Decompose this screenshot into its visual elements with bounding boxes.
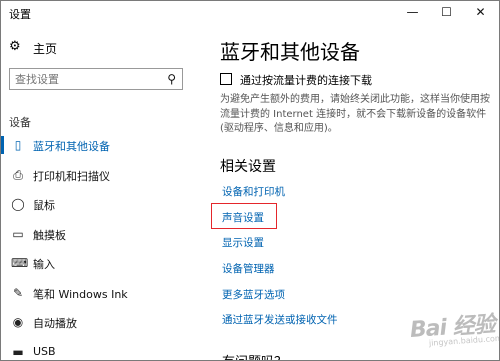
home-label: 主页 (33, 42, 58, 56)
sidebar-item-label: USB (33, 344, 56, 358)
touchpad-icon: ▭ (12, 226, 24, 241)
mouse-icon: ◯ (11, 197, 25, 211)
more-bluetooth-options-link[interactable]: 更多蓝牙选项 (222, 287, 285, 302)
metered-download-checkbox[interactable] (220, 73, 232, 85)
sidebar-item-pen[interactable]: ✎ 笔和 Windows Ink (1, 279, 191, 309)
display-settings-link[interactable]: 显示设置 (222, 235, 264, 250)
sidebar-item-label: 打印机和扫描仪 (33, 169, 110, 183)
sidebar-item-typing[interactable]: ⌨ 输入 (1, 249, 191, 279)
bluetooth-send-receive-link[interactable]: 通过蓝牙发送或接收文件 (222, 312, 338, 327)
sidebar-item-printers[interactable]: ⎙ 打印机和扫描仪 (1, 161, 191, 191)
sound-settings-highlight (211, 203, 277, 229)
autoplay-icon: ◉ (12, 315, 24, 329)
sidebar-item-label: 输入 (33, 258, 55, 271)
device-manager-link[interactable]: 设备管理器 (222, 261, 275, 276)
minimize-button[interactable]: — (396, 1, 429, 23)
sidebar-item-touchpad[interactable]: ▭ 触摸板 (1, 220, 191, 250)
search-box[interactable]: ⚲ (9, 68, 183, 90)
settings-window: 设置 — ☐ ✕ ⚙ 主页 ⚲ 设备 ▯ 蓝牙和其他设备 ⎙ 打印机和扫描仪 ◯… (0, 0, 500, 361)
bluetooth-devices-icon: ▯ (14, 138, 22, 152)
close-button[interactable]: ✕ (464, 1, 497, 23)
sidebar-item-label: 触摸板 (33, 228, 66, 242)
window-title: 设置 (9, 8, 31, 21)
related-settings-heading: 相关设置 (220, 159, 276, 175)
baidu-watermark-logo: Bai 经验 jingyan.baidu.com (409, 306, 499, 352)
search-input[interactable] (15, 71, 155, 87)
metered-download-description: 为避免产生额外的费用，请始终关闭此功能，这样当你使用按流量计费的 Interne… (220, 94, 490, 134)
sidebar-item-autoplay[interactable]: ◉ 自动播放 (1, 308, 191, 338)
sidebar-item-usb[interactable]: ▬ USB (1, 338, 191, 361)
printer-icon: ⎙ (13, 167, 23, 182)
sidebar-item-mouse[interactable]: ◯ 鼠标 (1, 190, 191, 220)
sidebar-item-label: 笔和 Windows Ink (33, 287, 128, 301)
maximize-button[interactable]: ☐ (430, 1, 463, 23)
usb-icon: ▬ (12, 344, 24, 359)
have-a-question-heading: 有问题吗？ (222, 351, 287, 360)
sidebar-item-label: 鼠标 (33, 199, 55, 212)
title-bar: 设置 — ☐ ✕ (1, 1, 499, 25)
sidebar: ⚙ 主页 ⚲ 设备 ▯ 蓝牙和其他设备 ⎙ 打印机和扫描仪 ◯ 鼠标 ▭ 触摸板 (1, 25, 191, 360)
search-icon[interactable]: ⚲ (167, 72, 176, 86)
gear-icon: ⚙ (9, 39, 21, 54)
page-title: 蓝牙和其他设备 (220, 40, 360, 64)
sidebar-item-label: 自动播放 (33, 317, 77, 330)
devices-and-printers-link[interactable]: 设备和打印机 (222, 184, 285, 199)
section-label-devices: 设备 (9, 116, 31, 129)
metered-download-label[interactable]: 通过按流量计费的连接下载 (240, 72, 372, 88)
sidebar-item-label: 蓝牙和其他设备 (33, 140, 110, 153)
sidebar-item-bluetooth[interactable]: ▯ 蓝牙和其他设备 (1, 131, 191, 161)
sidebar-nav: ▯ 蓝牙和其他设备 ⎙ 打印机和扫描仪 ◯ 鼠标 ▭ 触摸板 ⌨ 输入 ✎ 笔和… (1, 131, 191, 361)
pen-icon: ✎ (12, 285, 24, 300)
keyboard-icon: ⌨ (11, 256, 29, 270)
